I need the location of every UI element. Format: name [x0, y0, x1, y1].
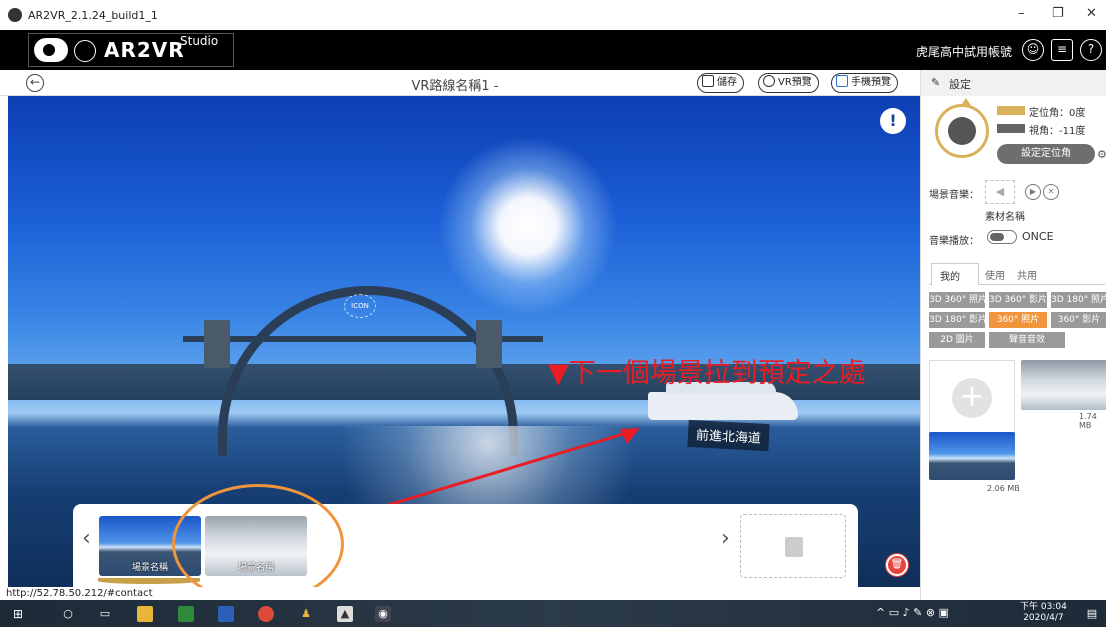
route-title: VR路線名稱1 -: [411, 79, 499, 94]
filter-2d-image[interactable]: 2D 圖片: [929, 332, 985, 348]
compass-pointer: [960, 98, 972, 107]
scene-next-button[interactable]: ›: [721, 526, 730, 551]
trash-icon[interactable]: 🗑: [886, 554, 908, 576]
hotspot-label[interactable]: 前進北海道: [687, 419, 770, 452]
orientation-compass[interactable]: [935, 98, 989, 158]
search-icon[interactable]: ○: [60, 606, 76, 622]
back-icon[interactable]: ←: [26, 74, 44, 92]
filter-360-photo[interactable]: 360° 照片: [989, 312, 1047, 328]
minimize-icon[interactable]: –: [1018, 6, 1025, 21]
filter-sound-effect[interactable]: 聲音音效: [989, 332, 1065, 348]
close-icon[interactable]: ✕: [1086, 6, 1097, 21]
music-loop-toggle[interactable]: [987, 230, 1017, 244]
asset-size: 1.74 MB: [1079, 412, 1097, 430]
restore-icon[interactable]: ❐: [1052, 6, 1064, 21]
brand-circle-icon: [74, 40, 96, 62]
material-name: 素材名稱: [985, 212, 1025, 223]
account-name[interactable]: 虎尾高中試用帳號: [916, 43, 1012, 60]
window-title-bar: AR2VR_2.1.24_build1_1 – ❐ ✕: [0, 0, 1106, 30]
word-icon[interactable]: [218, 606, 234, 622]
ar2vr-taskbar-icon[interactable]: ◉: [375, 606, 391, 622]
filter-3d360-photo[interactable]: 3D 360° 照片: [929, 292, 987, 308]
bridge-pylon-left: [204, 320, 230, 368]
annotation-circle: [172, 484, 344, 604]
tab-mine[interactable]: 我的: [931, 263, 979, 285]
icon-hotspot[interactable]: ICON: [344, 294, 376, 318]
editor-toolbar: ← VR路線名稱1 - 儲存 VR預覽 手機預覽: [0, 70, 920, 96]
task-view-icon[interactable]: ▭: [97, 606, 113, 622]
orientation-angle: 定位角：0度: [1029, 108, 1086, 119]
vr-preview-button[interactable]: VR預覽: [758, 73, 819, 93]
save-button[interactable]: 儲存: [697, 73, 744, 93]
app-header: AR2VR Studio 虎尾高中試用帳號 ☺ ≡ ?: [0, 30, 1106, 70]
info-icon[interactable]: !: [880, 108, 906, 134]
ferry: [648, 382, 798, 420]
play-icon[interactable]: ▶: [1025, 184, 1041, 200]
brand-name: AR2VR: [104, 38, 185, 62]
sun: [438, 136, 618, 316]
filter-3d360-video[interactable]: 3D 360° 影片: [989, 292, 1047, 308]
music-mode: ONCE: [1022, 230, 1054, 243]
active-scene-indicator: [98, 578, 200, 584]
asset-tabs: 我的 使用 共用: [929, 263, 1105, 285]
help-icon[interactable]: ?: [1080, 39, 1102, 61]
music-play-label: 音樂播放：: [929, 236, 979, 247]
window-title: AR2VR_2.1.24_build1_1: [28, 9, 158, 22]
system-tray-icons[interactable]: ^ ▭ ♪ ✎ ⊗ ▣: [876, 606, 949, 619]
app-figure-icon[interactable]: ♟: [298, 606, 314, 622]
windows-start-icon[interactable]: ⊞: [10, 606, 26, 622]
os-taskbar: ⊞ ○ ▭ ♟ ▲ ◉ ^ ▭ ♪ ✎ ⊗ ▣ 下午 03:04 2020/4/…: [0, 600, 1106, 627]
view-legend-swatch: [997, 124, 1025, 133]
add-document-icon: [785, 537, 803, 557]
add-asset-button[interactable]: +: [929, 360, 1015, 436]
set-position-button[interactable]: 設定定位角: [997, 144, 1095, 164]
remove-icon[interactable]: ✕: [1043, 184, 1059, 200]
asset-size: 2.06 MB: [987, 484, 1020, 493]
status-url: http://52.78.50.212/#contact: [0, 587, 920, 600]
scene-prev-button[interactable]: ‹: [82, 526, 91, 551]
settings-header: 設定: [921, 70, 1106, 96]
bridge-pylon-right: [476, 320, 502, 368]
instruction-overlay-text: ▼下一個場景拉到預定之處: [548, 358, 866, 389]
orientation-legend-swatch: [997, 106, 1025, 115]
phone-icon: [836, 75, 848, 87]
view-angle: 視角：-11度: [1029, 126, 1086, 137]
compass-center: [948, 117, 976, 145]
brand-subtitle: Studio: [180, 34, 219, 48]
tab-used[interactable]: 使用: [985, 267, 1005, 282]
add-scene-dropzone[interactable]: [740, 514, 846, 578]
clock-time: 下午 03:04: [1020, 602, 1067, 612]
clock-date: 2020/4/7: [1023, 613, 1064, 623]
notification-icon[interactable]: ▤: [1084, 606, 1100, 622]
asset-thumbnail[interactable]: [1021, 360, 1106, 410]
audio-dropzone[interactable]: ◀: [985, 180, 1015, 204]
system-clock[interactable]: 下午 03:04 2020/4/7: [1020, 602, 1067, 624]
file-explorer-icon[interactable]: [137, 606, 153, 622]
globe-icon: [763, 75, 775, 87]
tab-shared[interactable]: 共用: [1017, 267, 1037, 282]
pencil-icon: ✎: [931, 76, 941, 89]
settings-panel: 設定 ✎ 定位角：0度 視角：-11度 設定定位角 ⚙ 場景音樂： ◀ ▶ ✕ …: [920, 70, 1106, 600]
excel-icon[interactable]: [178, 606, 194, 622]
chrome-icon[interactable]: [258, 606, 274, 622]
photos-icon[interactable]: ▲: [337, 606, 353, 622]
filter-3d180-photo[interactable]: 3D 180° 照片: [1051, 292, 1106, 308]
user-icon[interactable]: ☺: [1022, 39, 1044, 61]
filter-3d180-video[interactable]: 3D 180° 影片: [929, 312, 987, 328]
asset-thumbnail[interactable]: [929, 432, 1015, 480]
mobile-preview-button[interactable]: 手機預覽: [831, 73, 898, 93]
document-icon[interactable]: ≡: [1051, 39, 1073, 61]
scene-music-label: 場景音樂：: [929, 190, 979, 201]
gear-icon[interactable]: ⚙: [1097, 148, 1106, 161]
plus-icon: +: [952, 378, 992, 418]
save-icon: [702, 75, 714, 87]
app-logo-icon: [8, 8, 22, 22]
brand-camera-icon: [34, 38, 68, 62]
filter-360-video[interactable]: 360° 影片: [1051, 312, 1106, 328]
